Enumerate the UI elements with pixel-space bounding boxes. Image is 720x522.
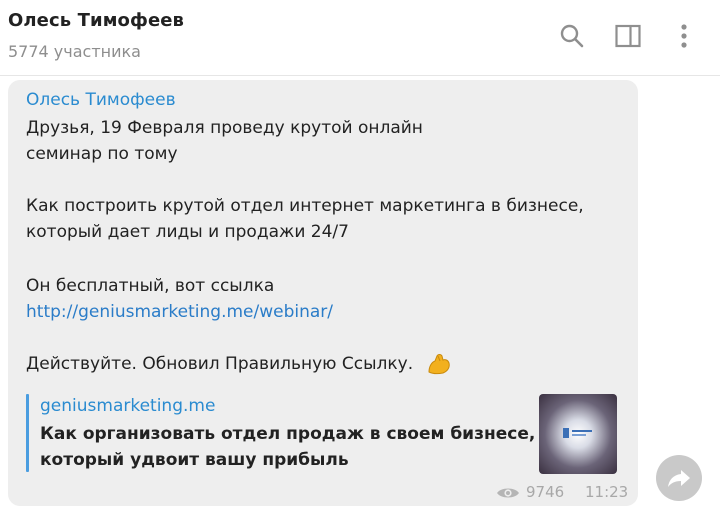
message-line: Как построить крутой отдел интернет марк… <box>26 196 584 216</box>
views-eye-icon <box>497 488 519 498</box>
preview-accent-bar <box>26 394 29 472</box>
telegram-chat-window: Олесь Тимофеев 5774 участника Олесь Тимо… <box>0 0 720 522</box>
flexed-biceps-emoji <box>428 354 450 375</box>
chat-header: Олесь Тимофеев 5774 участника <box>0 0 720 76</box>
more-vertical-icon <box>681 24 687 48</box>
sidebar-toggle-icon <box>615 24 641 48</box>
message-line: Он бесплатный, вот ссылка <box>26 276 275 296</box>
message-link[interactable]: http://geniusmarketing.me/webinar/ <box>26 302 333 322</box>
search-button[interactable] <box>556 20 588 52</box>
message-line: семинар по тому <box>26 144 178 164</box>
forward-button[interactable] <box>656 455 702 501</box>
message-time: 11:23 <box>585 483 629 501</box>
site-logo-icon <box>563 428 592 438</box>
share-arrow-icon <box>668 470 690 487</box>
message-line: Друзья, 19 Февраля проведу крутой онлайн <box>26 118 423 138</box>
message-bubble[interactable]: Олесь Тимофеев Друзья, 19 Февраля провед… <box>8 80 638 506</box>
message-line: который дает лиды и продажи 24/7 <box>26 222 349 242</box>
view-count: 9746 <box>526 483 565 501</box>
search-icon <box>560 24 584 48</box>
preview-title: Как организовать отдел продаж в своем би… <box>40 424 536 444</box>
message-line: Действуйте. Обновил Правильную Ссылку. <box>26 354 414 374</box>
message-sender[interactable]: Олесь Тимофеев <box>26 90 176 110</box>
preview-site-name[interactable]: geniusmarketing.me <box>40 396 215 416</box>
more-options-button[interactable] <box>668 20 700 52</box>
preview-thumbnail[interactable] <box>539 394 617 474</box>
message-list[interactable]: Олесь Тимофеев Друзья, 19 Февраля провед… <box>0 76 720 522</box>
preview-title: который удвоит вашу прибыль <box>40 450 349 470</box>
member-count: 5774 участника <box>8 42 141 61</box>
link-preview[interactable]: geniusmarketing.me Как организовать отде… <box>26 394 618 474</box>
chat-title[interactable]: Олесь Тимофеев <box>8 10 184 31</box>
toggle-sidebar-button[interactable] <box>612 20 644 52</box>
